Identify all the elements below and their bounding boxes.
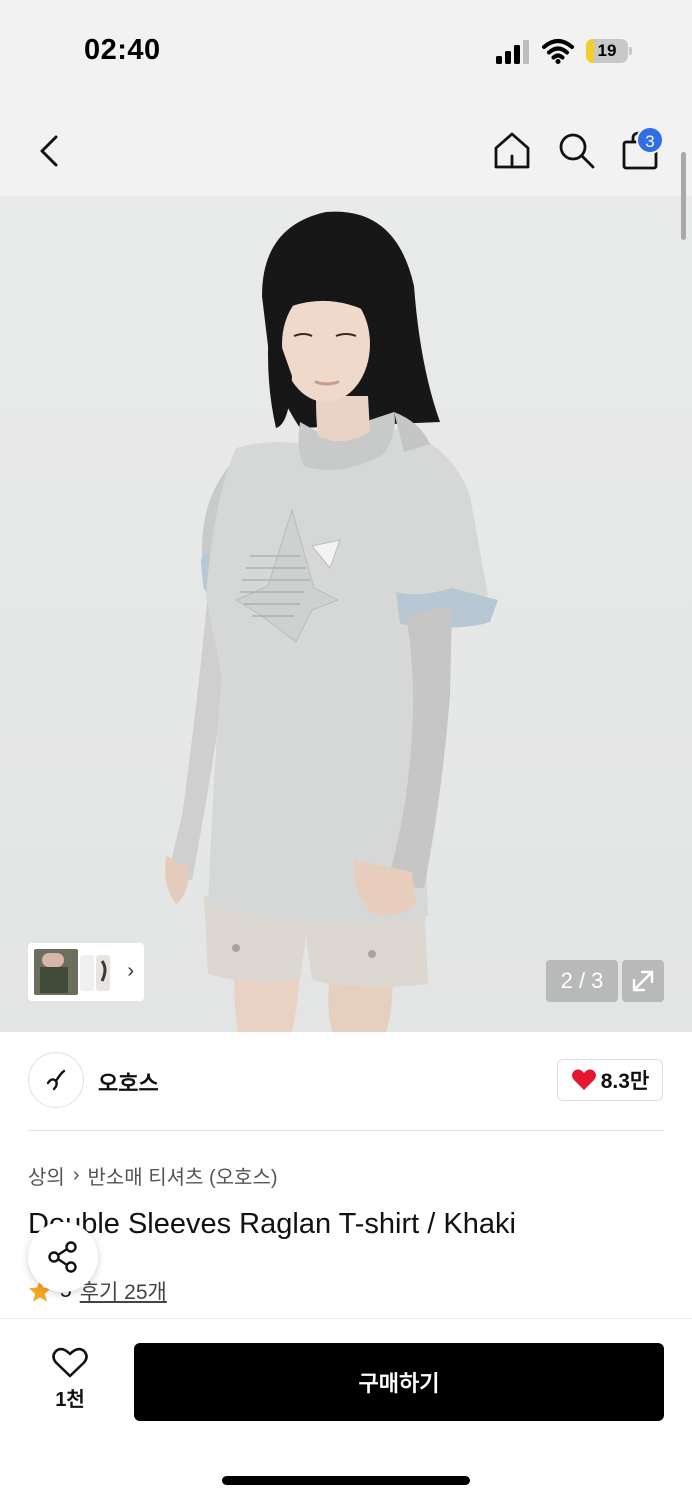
model-photo — [165, 211, 498, 1032]
buy-button[interactable]: 구매하기 — [134, 1343, 664, 1421]
back-button[interactable] — [26, 128, 72, 174]
wishlist-button[interactable]: 1천 — [40, 1347, 100, 1417]
brand-logo[interactable] — [28, 1052, 84, 1108]
expand-icon — [632, 970, 654, 992]
thumbnail-images — [34, 949, 110, 995]
wifi-icon — [542, 39, 574, 64]
brand-like-button[interactable]: 8.3만 — [557, 1059, 663, 1101]
brand-name[interactable]: 오호스 — [98, 1066, 159, 1098]
bottom-action-bar: 1천 구매하기 — [0, 1318, 692, 1500]
chevron-right-icon: › — [127, 960, 134, 982]
home-button[interactable] — [488, 126, 536, 174]
product-image[interactable]: › 2 / 3 — [0, 196, 692, 1032]
back-icon — [40, 135, 58, 167]
thumbnail-strip[interactable]: › — [28, 943, 144, 1001]
brand-row: 오호스 8.3만 — [0, 1032, 692, 1130]
share-icon — [48, 1241, 77, 1273]
battery-indicator: 19 — [586, 39, 632, 63]
home-icon — [494, 132, 530, 169]
cellular-signal-icon — [496, 40, 529, 64]
breadcrumb: 상의 › 반소매 티셔츠 (오호스) — [28, 1161, 278, 1190]
wishlist-count: 1천 — [55, 1389, 85, 1411]
review-count-link[interactable]: 후기 25개 — [80, 1276, 167, 1306]
status-time: 02:40 — [84, 34, 161, 66]
expand-image-button[interactable] — [622, 960, 664, 1002]
brand-like-count: 8.3만 — [600, 1070, 650, 1093]
search-button[interactable] — [552, 126, 600, 174]
battery-body: 19 — [586, 39, 628, 63]
battery-cap — [629, 47, 632, 55]
brand-logo-mark — [46, 1069, 66, 1091]
status-bar: 02:40 19 — [0, 0, 692, 100]
battery-percent: 19 — [597, 41, 617, 60]
divider — [28, 1130, 664, 1131]
search-icon — [559, 133, 595, 169]
scroll-indicator[interactable] — [681, 152, 686, 240]
product-title: Double Sleeves Raglan T-shirt / Khaki — [28, 1208, 516, 1240]
top-navigation — [0, 100, 692, 196]
breadcrumb-category[interactable]: 상의 — [28, 1161, 65, 1190]
heart-icon — [571, 1069, 596, 1090]
home-indicator — [222, 1476, 470, 1485]
chevron-right-icon: › — [72, 1164, 80, 1186]
heart-icon — [52, 1347, 88, 1378]
breadcrumb-subcategory[interactable]: 반소매 티셔츠 (오호스) — [87, 1161, 277, 1190]
image-counter: 2 / 3 — [546, 960, 618, 1002]
cart-count-badge: 3 — [636, 126, 664, 154]
share-button[interactable] — [28, 1222, 98, 1292]
